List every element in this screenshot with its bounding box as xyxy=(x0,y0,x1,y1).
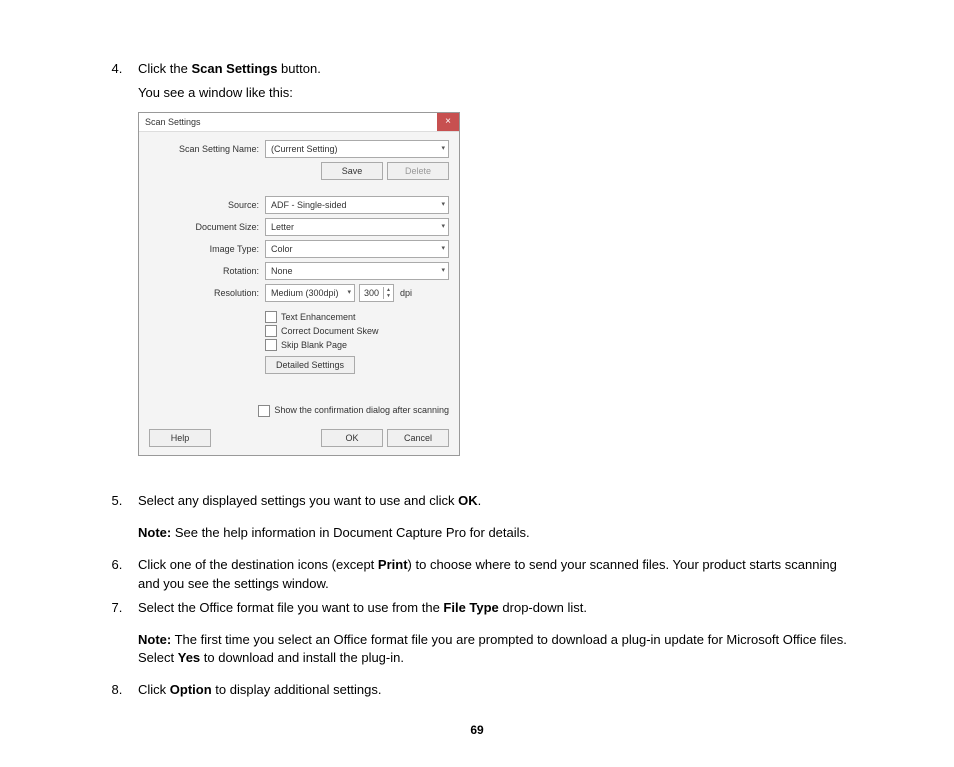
skip-blank-check[interactable]: Skip Blank Page xyxy=(265,338,379,352)
step-7: Select the Office format file you want t… xyxy=(126,599,854,668)
chevron-down-icon: ▾ xyxy=(441,200,445,210)
imgtype-value: Color xyxy=(271,243,293,256)
step5-post: . xyxy=(478,493,482,508)
source-label: Source: xyxy=(169,199,265,212)
chevron-down-icon: ▾ xyxy=(441,144,445,154)
checkbox-icon xyxy=(265,311,277,323)
step4-bold: Scan Settings xyxy=(191,61,277,76)
step4-post: button. xyxy=(277,61,320,76)
step5-bold: OK xyxy=(458,493,478,508)
dialog-title: Scan Settings xyxy=(139,113,207,131)
step4-pre: Click the xyxy=(138,61,191,76)
step7-post: drop-down list. xyxy=(499,600,587,615)
step6-pre: Click one of the destination icons (exce… xyxy=(138,557,378,572)
checkbox-icon xyxy=(265,325,277,337)
ok-button[interactable]: OK xyxy=(321,429,383,447)
setting-name-label: Scan Setting Name: xyxy=(149,143,265,156)
step8-bold: Option xyxy=(170,682,212,697)
step-6: Click one of the destination icons (exce… xyxy=(126,556,854,592)
chevron-down-icon: ▾ xyxy=(347,288,351,298)
scan-settings-dialog: Scan Settings × Scan Setting Name: (Curr… xyxy=(138,112,460,456)
confirmation-label: Show the confirmation dialog after scann… xyxy=(274,404,449,417)
detailed-settings-button[interactable]: Detailed Settings xyxy=(265,356,355,374)
resolution-spinner[interactable]: 300 ▲▼ xyxy=(359,284,394,302)
text-enhancement-check[interactable]: Text Enhancement xyxy=(265,310,379,324)
delete-button[interactable]: Delete xyxy=(387,162,449,180)
step7-note-b: Note: xyxy=(138,632,171,647)
resolution-number: 300 xyxy=(360,287,383,300)
correct-skew-label: Correct Document Skew xyxy=(281,325,379,338)
step7-note-post: to download and install the plug-in. xyxy=(200,650,404,665)
setting-name-dropdown[interactable]: (Current Setting) ▾ xyxy=(265,140,449,158)
rotation-label: Rotation: xyxy=(169,265,265,278)
step7-note-bold: Yes xyxy=(178,650,200,665)
step6-bold: Print xyxy=(378,557,408,572)
step-5: Select any displayed settings you want t… xyxy=(126,492,854,542)
step7-bold: File Type xyxy=(443,600,498,615)
imgtype-dropdown[interactable]: Color ▾ xyxy=(265,240,449,258)
text-enhancement-label: Text Enhancement xyxy=(281,311,356,324)
checkbox-icon xyxy=(265,339,277,351)
docsize-value: Letter xyxy=(271,221,294,234)
close-button[interactable]: × xyxy=(437,113,459,131)
imgtype-label: Image Type: xyxy=(169,243,265,256)
skip-blank-label: Skip Blank Page xyxy=(281,339,347,352)
step8-pre: Click xyxy=(138,682,170,697)
rotation-dropdown[interactable]: None ▾ xyxy=(265,262,449,280)
step-4: Click the Scan Settings button. You see … xyxy=(126,60,854,456)
docsize-dropdown[interactable]: Letter ▾ xyxy=(265,218,449,236)
step5-note-b: Note: xyxy=(138,525,171,540)
rotation-value: None xyxy=(271,265,293,278)
resolution-label: Resolution: xyxy=(169,287,265,300)
resolution-value: Medium (300dpi) xyxy=(271,287,339,300)
page-number: 69 xyxy=(100,723,854,737)
resolution-unit: dpi xyxy=(400,287,412,300)
correct-skew-check[interactable]: Correct Document Skew xyxy=(265,324,379,338)
step5-pre: Select any displayed settings you want t… xyxy=(138,493,458,508)
step7-pre: Select the Office format file you want t… xyxy=(138,600,443,615)
help-button[interactable]: Help xyxy=(149,429,211,447)
step-8: Click Option to display additional setti… xyxy=(126,681,854,699)
title-bar: Scan Settings × xyxy=(139,113,459,132)
spinner-buttons[interactable]: ▲▼ xyxy=(383,287,393,299)
chevron-down-icon: ▾ xyxy=(441,222,445,232)
chevron-down-icon: ▾ xyxy=(441,266,445,276)
checkbox-icon[interactable] xyxy=(258,405,270,417)
cancel-button[interactable]: Cancel xyxy=(387,429,449,447)
docsize-label: Document Size: xyxy=(169,221,265,234)
setting-name-value: (Current Setting) xyxy=(271,143,338,156)
step5-note: See the help information in Document Cap… xyxy=(171,525,529,540)
resolution-dropdown[interactable]: Medium (300dpi) ▾ xyxy=(265,284,355,302)
close-icon: × xyxy=(445,117,451,127)
source-value: ADF - Single-sided xyxy=(271,199,347,212)
save-button[interactable]: Save xyxy=(321,162,383,180)
step8-post: to display additional settings. xyxy=(212,682,382,697)
chevron-down-icon: ▾ xyxy=(441,244,445,254)
step4-line2: You see a window like this: xyxy=(138,84,854,102)
source-dropdown[interactable]: ADF - Single-sided ▾ xyxy=(265,196,449,214)
